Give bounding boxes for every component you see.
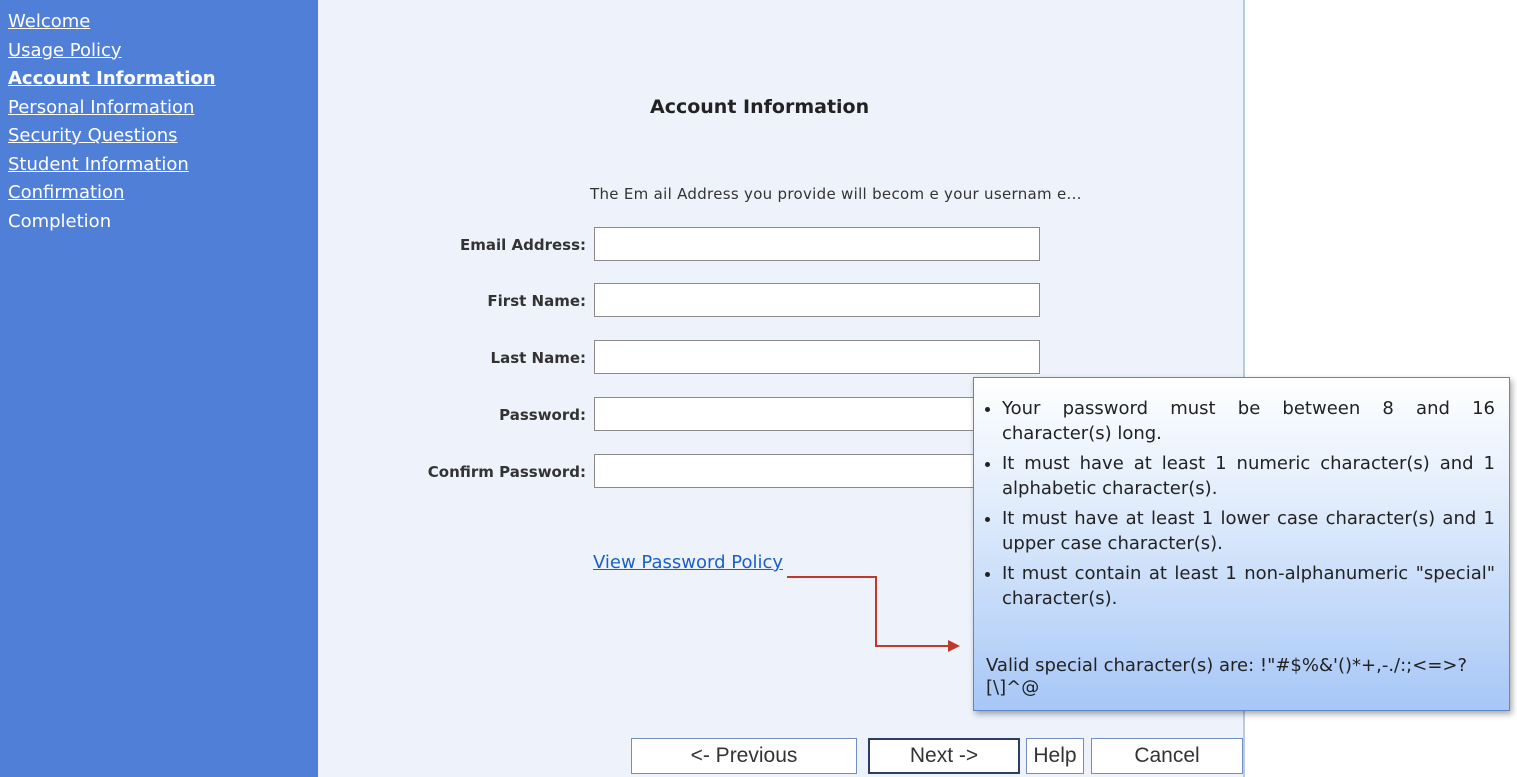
previous-button[interactable]: <- Previous [631,738,857,774]
email-label: Email Address: [459,236,586,254]
last-name-label: Last Name: [490,349,586,367]
cancel-button[interactable]: Cancel [1091,738,1243,774]
sidebar-item-welcome[interactable]: Welcome [8,8,318,37]
sidebar-item-label[interactable]: Personal Information [8,97,194,118]
page-title: Account Information [650,96,870,118]
sidebar-item-label[interactable]: Student Information [8,154,189,175]
last-name-row: Last Name: [318,340,1245,376]
sidebar-item-label[interactable]: Usage Policy [8,40,122,61]
email-row: Email Address: [318,227,1245,263]
sidebar-item-label[interactable]: Confirmation [8,182,124,203]
password-rule: It must have at least 1 numeric characte… [1002,451,1495,501]
first-name-field[interactable] [594,283,1040,317]
first-name-row: First Name: [318,283,1245,319]
help-button[interactable]: Help [1026,738,1084,774]
sidebar-item-personal-information[interactable]: Personal Information [8,94,318,123]
sidebar-item-label[interactable]: Welcome [8,11,90,32]
password-label: Password: [499,406,586,424]
wizard-steps-list: Welcome Usage Policy Account Information… [0,0,318,236]
valid-special-characters: Valid special character(s) are: !"#$%&'(… [986,655,1468,698]
first-name-label: First Name: [487,292,586,310]
sidebar-item-security-questions[interactable]: Security Questions [8,122,318,151]
sidebar-item-label: Completion [8,210,112,232]
sidebar-item-account-information[interactable]: Account Information [8,65,318,94]
sidebar-item-usage-policy[interactable]: Usage Policy [8,37,318,66]
sidebar-item-completion: Completion [8,208,318,237]
password-rule: Your password must be between 8 and 16 c… [1002,396,1495,446]
intro-text: The Em ail Address you provide will beco… [590,185,1082,203]
sidebar-item-label[interactable]: Account Information [8,68,216,89]
sidebar-item-student-information[interactable]: Student Information [8,151,318,180]
view-password-policy-link[interactable]: View Password Policy [593,552,783,573]
last-name-field[interactable] [594,340,1040,374]
password-rule: It must have at least 1 lower case chara… [1002,506,1495,556]
wizard-sidebar: Welcome Usage Policy Account Information… [0,0,318,777]
password-rules-list: Your password must be between 8 and 16 c… [986,396,1495,611]
confirm-password-label: Confirm Password: [427,463,586,481]
password-rule: It must contain at least 1 non-alphanume… [1002,561,1495,611]
password-policy-tooltip: Your password must be between 8 and 16 c… [973,377,1510,711]
sidebar-item-confirmation[interactable]: Confirmation [8,179,318,208]
email-field[interactable] [594,227,1040,261]
sidebar-item-label[interactable]: Security Questions [8,125,178,146]
next-button[interactable]: Next -> [868,738,1020,774]
